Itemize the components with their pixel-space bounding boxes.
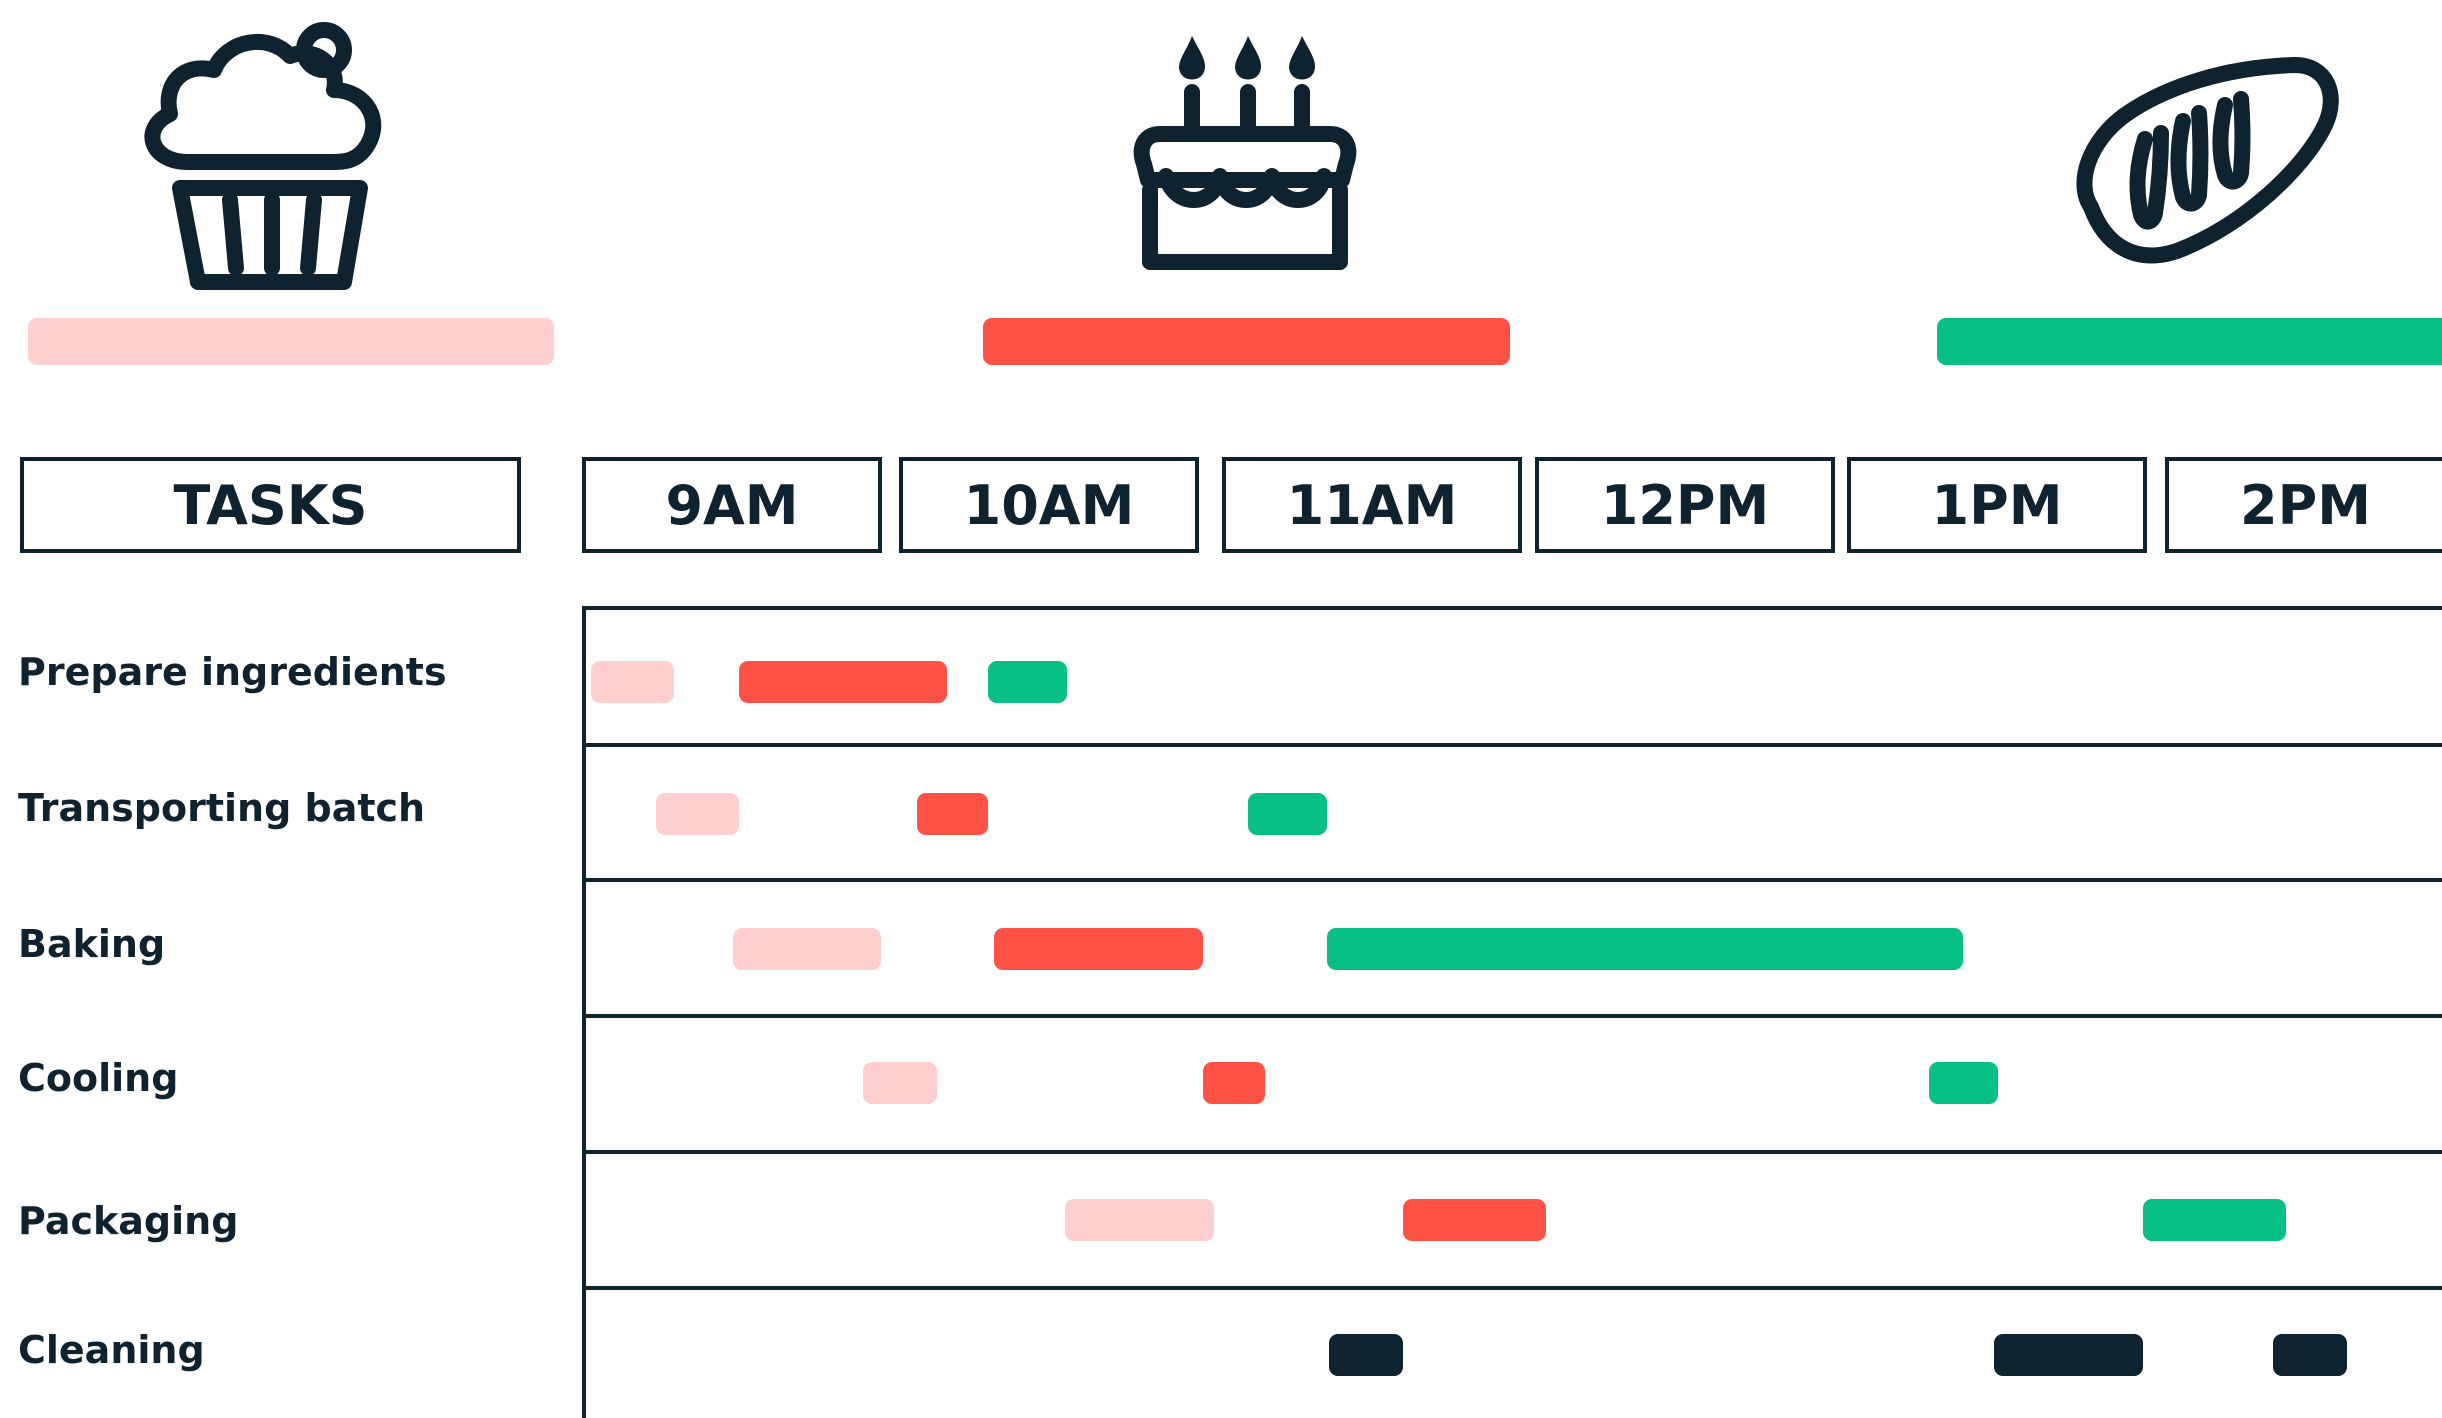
cupcake-icon [144, 22, 382, 290]
schedule-bar-cleaning [1329, 1334, 1403, 1376]
schedule-bar-cake [994, 928, 1203, 970]
schedule-bar-bread [2143, 1199, 2286, 1241]
schedule-bar-cake [917, 793, 988, 835]
schedule-bar-cleaning [1994, 1334, 2143, 1376]
schedule-bar-bread [988, 661, 1067, 703]
bread-loaf-icon [2076, 57, 2339, 264]
time-header-11am: 11AM [1222, 457, 1522, 553]
task-label-baking: Baking [18, 922, 166, 966]
schedule-bar-bread [1248, 793, 1327, 835]
schedule-bar-cake [1403, 1199, 1546, 1241]
time-header-10am: 10AM [899, 457, 1199, 553]
grid-left-border [582, 606, 586, 1418]
cake-legend-bar [983, 318, 1510, 365]
schedule-bar-cupcake [591, 661, 674, 703]
time-header-9am: 9AM [582, 457, 882, 553]
bakery-schedule-diagram: TASKS 9AM 10AM 11AM 12PM 1PM 2PM Prepare… [0, 0, 2442, 1418]
schedule-bar-bread [1327, 928, 1963, 970]
schedule-bar-cupcake [656, 793, 739, 835]
schedule-bar-cupcake [863, 1062, 937, 1104]
task-label-cleaning: Cleaning [18, 1328, 205, 1372]
time-header-12pm: 12PM [1535, 457, 1835, 553]
bread-legend-bar [1937, 318, 2442, 365]
schedule-bar-cupcake [1065, 1199, 1214, 1241]
schedule-bar-cleaning [2273, 1334, 2347, 1376]
grid-line-top [582, 606, 2442, 610]
birthday-cake-icon [1133, 36, 1357, 270]
task-label-cooling: Cooling [18, 1056, 179, 1100]
time-header-1pm: 1PM [1847, 457, 2147, 553]
task-label-prepare-ingredients: Prepare ingredients [18, 650, 447, 694]
grid-line [582, 743, 2442, 747]
time-header-2pm: 2PM [2165, 457, 2442, 553]
grid-line [582, 1286, 2442, 1290]
tasks-header: TASKS [20, 457, 521, 553]
task-label-packaging: Packaging [18, 1199, 239, 1243]
cupcake-legend-bar [28, 318, 554, 365]
grid-line [582, 1150, 2442, 1154]
schedule-bar-bread [1929, 1062, 1998, 1104]
schedule-bar-cake [739, 661, 947, 703]
grid-line [582, 878, 2442, 882]
schedule-bar-cake [1203, 1062, 1265, 1104]
grid-line [582, 1014, 2442, 1018]
task-label-transporting-batch: Transporting batch [18, 786, 426, 830]
schedule-bar-cupcake [733, 928, 881, 970]
